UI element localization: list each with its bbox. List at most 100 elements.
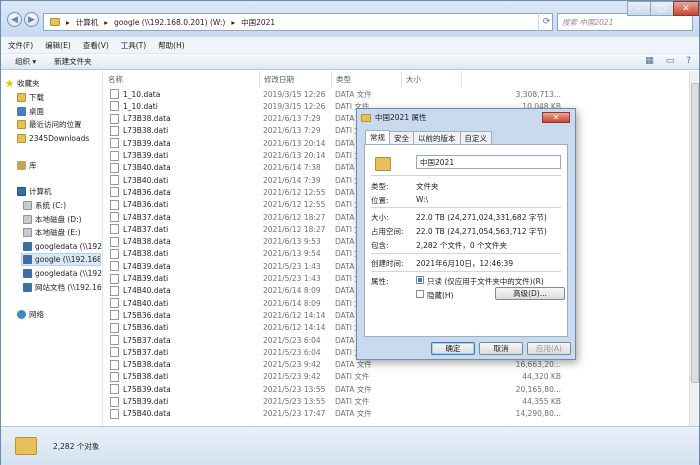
file-date: 2021/6/12 12:55	[263, 187, 326, 197]
nav-desktop[interactable]: 桌面	[17, 105, 44, 118]
dialog-close-button[interactable]: ✕	[542, 112, 570, 123]
divider	[371, 207, 561, 208]
file-name: L74B37.dati	[123, 224, 169, 234]
close-button[interactable]: ✕	[673, 1, 699, 16]
file-name: L73B39.data	[123, 138, 171, 148]
nav-drive-c[interactable]: 系统 (C:)	[23, 199, 66, 212]
file-row[interactable]: 1_10.data 2019/3/15 12:26 DATA 文件 3,308,713…	[104, 88, 689, 100]
file-icon	[110, 261, 119, 272]
file-date: 2021/5/23 1:43	[263, 274, 321, 283]
nav-2345downloads[interactable]: 2345Downloads	[17, 132, 89, 145]
nav-drive-d[interactable]: 本地磁盘 (D:)	[23, 213, 82, 226]
new-folder-button[interactable]: 新建文件夹	[54, 56, 92, 67]
forward-button[interactable]: ▶	[24, 12, 39, 27]
apply-button[interactable]: 应用(A)	[527, 342, 571, 355]
view-options-icon[interactable]: ▦	[645, 56, 654, 66]
breadcrumb-drive[interactable]: google (\\192.168.0.201) (W:)	[114, 18, 225, 27]
back-button[interactable]: ◀	[7, 12, 22, 27]
file-type: DATI 文件	[335, 372, 370, 382]
menu-help[interactable]: 帮助(H)	[158, 40, 185, 51]
minimize-button[interactable]: –	[627, 1, 651, 16]
hidden-checkbox[interactable]: 隐藏(H)	[416, 290, 454, 301]
ok-button[interactable]: 确定	[431, 342, 475, 355]
nav-recent[interactable]: 最近访问的位置	[17, 118, 82, 131]
menu-view[interactable]: 查看(V)	[83, 40, 109, 51]
file-icon	[110, 285, 119, 296]
divider	[371, 253, 561, 254]
network-drive-icon	[23, 255, 32, 264]
file-name: L75B36.data	[123, 310, 171, 320]
file-row[interactable]: L75B39.data 2021/5/23 13:55 DATA 文件 20,165,…	[104, 383, 689, 395]
nav-computer[interactable]: 计算机	[17, 185, 52, 198]
nav-label: googledata (\\192	[35, 269, 102, 278]
menu-file[interactable]: 文件(F)	[8, 40, 33, 51]
file-row[interactable]: L75B40.data 2021/5/23 17:47 DATA 文件 14,290,…	[104, 408, 689, 420]
menu-edit[interactable]: 编辑(E)	[45, 40, 71, 51]
nav-network-drive-selected[interactable]: google (\\192.168	[21, 253, 101, 266]
cancel-button[interactable]: 取消	[479, 342, 523, 355]
file-date: 2021/6/12 18:27	[263, 224, 326, 234]
advanced-button[interactable]: 高级(D)...	[495, 287, 565, 300]
size-label: 大小:	[371, 213, 389, 222]
column-type[interactable]: 类型	[332, 71, 402, 88]
menu-tools[interactable]: 工具(T)	[121, 40, 146, 51]
maximize-button[interactable]: □	[650, 1, 674, 16]
column-date[interactable]: 修改日期	[260, 71, 332, 88]
folder-name-field[interactable]: 中国2021	[416, 155, 561, 169]
column-name[interactable]: 名称	[104, 71, 260, 88]
file-name: L73B39.dati	[123, 151, 169, 160]
breadcrumb-computer[interactable]: 计算机	[76, 17, 99, 28]
file-size: 20,165,80...	[515, 384, 561, 394]
help-icon[interactable]: ?	[686, 56, 691, 66]
file-name: L74B36.dati	[123, 200, 169, 210]
file-date: 2021/6/13 20:14	[263, 138, 326, 148]
disk-size-value: 22.0 TB (24,271,054,563,712 字节)	[416, 227, 547, 236]
folder-icon	[361, 113, 371, 122]
breadcrumb-folder[interactable]: 中国2021	[241, 17, 275, 28]
file-icon	[110, 408, 119, 419]
preview-pane-icon[interactable]: ▭	[666, 56, 675, 66]
star-icon	[5, 79, 14, 88]
nav-downloads[interactable]: 下载	[17, 91, 44, 104]
tab-customize[interactable]: 自定义	[459, 131, 492, 144]
nav-favorites[interactable]: 收藏夹	[5, 77, 40, 90]
file-row[interactable]: L75B39.dati 2021/5/23 13:55 DATI 文件 44,355 …	[104, 396, 689, 408]
file-row[interactable]: L75B38.data 2021/5/23 9:42 DATA 文件 16,663,2…	[104, 359, 689, 371]
readonly-checkbox[interactable]: 只读 (仅应用于文件夹中的文件)(R)	[416, 276, 544, 287]
file-icon	[110, 359, 119, 370]
scrollbar-thumb[interactable]	[691, 83, 699, 383]
refresh-icon[interactable]: ⟳	[538, 13, 554, 31]
file-name: L75B38.dati	[123, 372, 169, 382]
file-icon	[110, 175, 119, 186]
network-drive-icon	[23, 283, 32, 292]
column-size[interactable]: 大小	[402, 71, 462, 88]
organize-button[interactable]: 组织 ▾	[15, 56, 36, 67]
file-icon	[110, 150, 119, 161]
file-name: L74B40.dati	[123, 298, 169, 308]
tab-security[interactable]: 安全	[389, 131, 414, 144]
file-name: L74B40.data	[123, 286, 171, 296]
file-name: L74B37.data	[123, 212, 171, 222]
divider	[371, 175, 561, 176]
file-row[interactable]: L75B38.dati 2021/5/23 9:42 DATI 文件 44,320 K…	[104, 371, 689, 383]
computer-icon	[17, 187, 26, 196]
file-icon	[110, 335, 119, 345]
address-bar[interactable]: ▸ 计算机 ▸ google (\\192.168.0.201) (W:) ▸ …	[43, 13, 553, 31]
file-icon	[110, 199, 119, 210]
file-name: L74B39.dati	[123, 274, 169, 283]
vertical-scrollbar[interactable]	[689, 71, 699, 426]
contains-label: 包含:	[371, 241, 389, 250]
tab-previous-versions[interactable]: 以前的版本	[413, 131, 461, 144]
file-size: 44,355 KB	[522, 397, 561, 406]
dialog-tabs: 常规 安全 以前的版本 自定义	[365, 130, 492, 144]
file-icon	[110, 396, 119, 407]
checkbox-icon	[416, 290, 424, 298]
nav-library[interactable]: 库	[17, 159, 37, 172]
tab-general[interactable]: 常规	[365, 130, 390, 144]
nav-network-drive[interactable]: 网站文档 (\\192.16	[23, 281, 102, 294]
nav-network[interactable]: 网络	[17, 308, 44, 321]
nav-drive-e[interactable]: 本地磁盘 (E:)	[23, 226, 81, 239]
nav-network-drive[interactable]: googledata (\\192	[23, 267, 102, 280]
nav-network-drive[interactable]: googledata (\\192	[23, 240, 102, 253]
file-date: 2021/6/12 14:14	[263, 323, 326, 333]
